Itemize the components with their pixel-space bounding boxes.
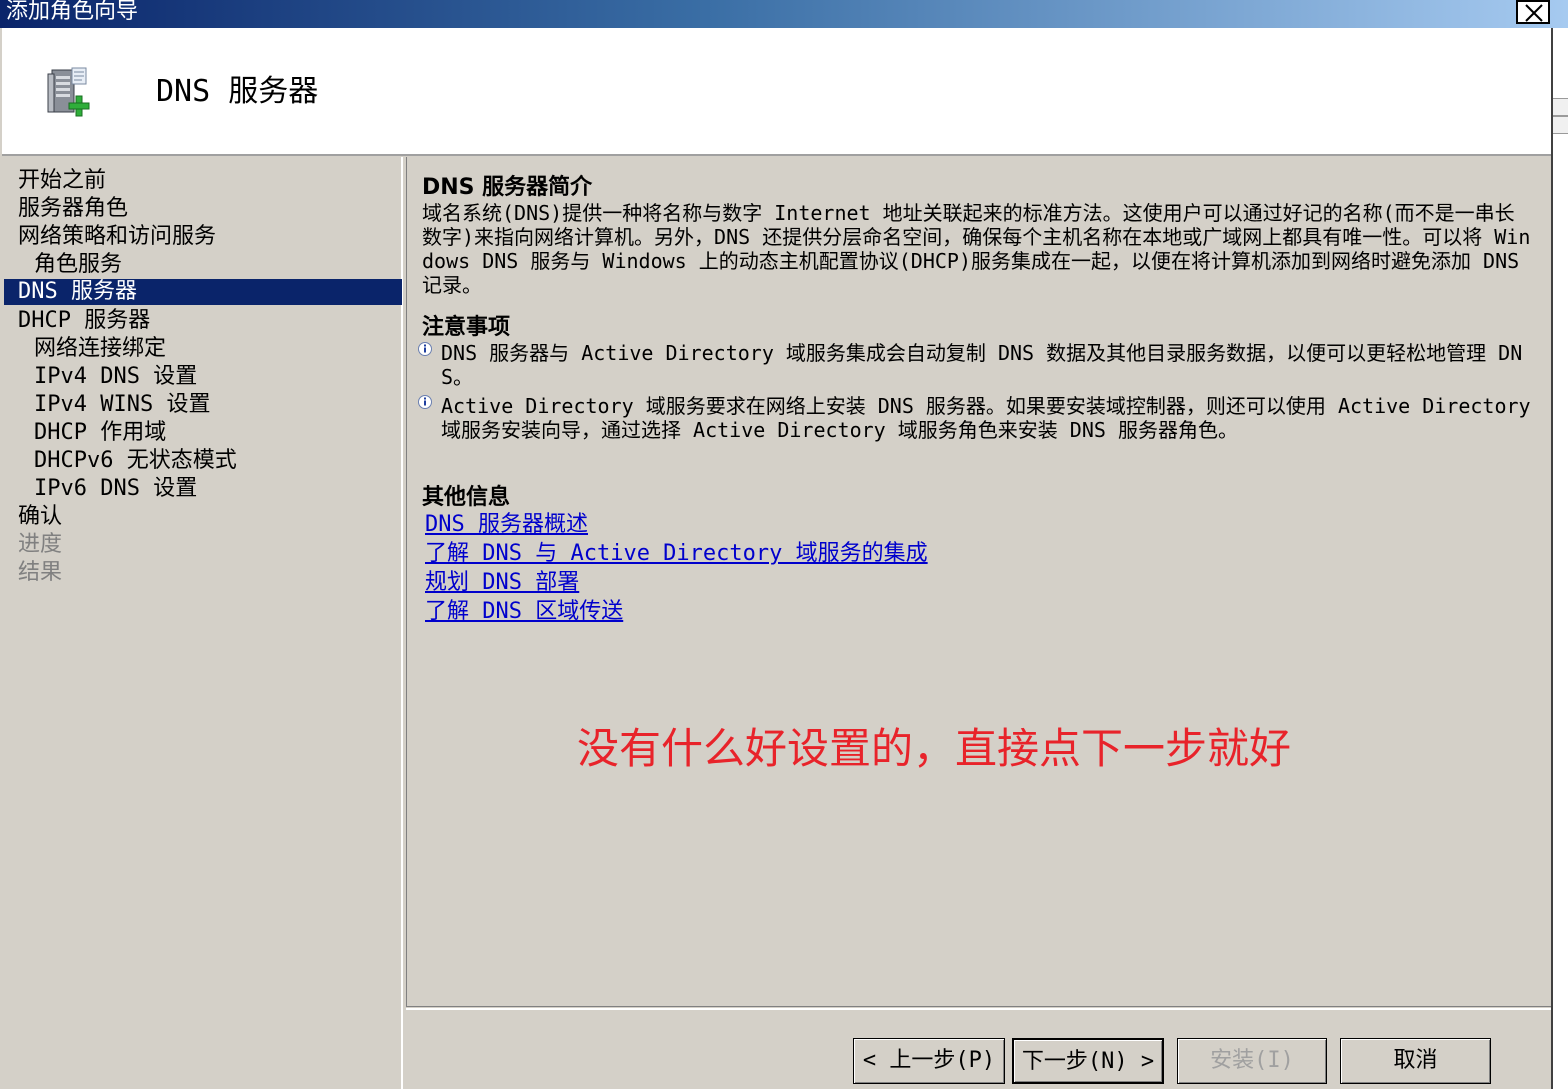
sidebar-item-dhcp-server[interactable]: DHCP 服务器 — [4, 307, 402, 335]
link-dns-zone-transfer[interactable]: 了解 DNS 区域传送 — [425, 598, 623, 626]
background-window-edge — [1551, 28, 1568, 1089]
sidebar-item-progress: 进度 — [18, 532, 63, 557]
sidebar-item-confirmation[interactable]: 确认 — [4, 503, 402, 531]
next-button[interactable]: 下一步(N) > — [1012, 1038, 1164, 1084]
sidebar-item-results: 结果 — [18, 560, 63, 585]
note-text: Active Directory 域服务要求在网络上安装 DNS 服务器。如果要… — [441, 394, 1531, 442]
sidebar-item-role-services[interactable]: 角色服务 — [4, 251, 402, 279]
info-icon — [418, 342, 432, 356]
cancel-button[interactable]: 取消 — [1340, 1038, 1491, 1084]
back-button[interactable]: < 上一步(P) — [853, 1038, 1005, 1084]
sidebar-item-dns-server[interactable]: DNS 服务器 — [4, 279, 402, 305]
button-bar-separator — [406, 1006, 1551, 1010]
note-text: DNS 服务器与 Active Directory 域服务集成会自动复制 DNS… — [441, 341, 1523, 389]
server-add-icon — [47, 67, 90, 117]
wizard-content: DNS 服务器简介 域名系统(DNS)提供一种将名称与数字 Internet 地… — [406, 157, 1551, 1007]
notes-heading: 注意事项 — [422, 315, 511, 340]
sidebar-item-dhcp-scope[interactable]: DHCP 作用域 — [4, 419, 402, 447]
sidebar-item-ipv4-wins[interactable]: IPv4 WINS 设置 — [4, 391, 402, 419]
sidebar-item-before-you-begin[interactable]: 开始之前 — [4, 167, 402, 195]
info-icon — [418, 395, 432, 409]
intro-heading: DNS 服务器简介 — [422, 175, 593, 200]
more-info-heading: 其他信息 — [422, 485, 511, 510]
install-button: 安装(I) — [1177, 1038, 1327, 1084]
sidebar-item-network-policy[interactable]: 网络策略和访问服务 — [4, 223, 402, 251]
page-title: DNS 服务器 — [156, 74, 319, 109]
sidebar-item-server-roles[interactable]: 服务器角色 — [4, 195, 402, 223]
wizard-header: DNS 服务器 — [2, 28, 1551, 156]
sidebar-item-dhcpv6-stateless[interactable]: DHCPv6 无状态模式 — [4, 447, 402, 475]
window-title: 添加角色向导 — [6, 0, 139, 24]
red-annotation-text: 没有什么好设置的，直接点下一步就好 — [577, 724, 1292, 773]
link-plan-dns-deployment[interactable]: 规划 DNS 部署 — [425, 569, 579, 597]
close-icon — [1525, 4, 1543, 22]
intro-paragraph: 域名系统(DNS)提供一种将名称与数字 Internet 地址关联起来的标准方法… — [422, 201, 1531, 297]
link-dns-overview[interactable]: DNS 服务器概述 — [425, 511, 588, 539]
sidebar-item-ipv4-dns[interactable]: IPv4 DNS 设置 — [4, 363, 402, 391]
sidebar-item-ipv6-dns[interactable]: IPv6 DNS 设置 — [4, 475, 402, 503]
wizard-steps-sidebar: 开始之前 服务器角色 网络策略和访问服务 角色服务 DNS 服务器 DHCP 服… — [2, 157, 403, 1089]
sidebar-item-network-binding[interactable]: 网络连接绑定 — [4, 335, 402, 363]
close-button[interactable] — [1516, 0, 1550, 24]
link-dns-ad-integration[interactable]: 了解 DNS 与 Active Directory 域服务的集成 — [425, 540, 928, 568]
window-titlebar: 添加角色向导 — [0, 0, 1568, 28]
